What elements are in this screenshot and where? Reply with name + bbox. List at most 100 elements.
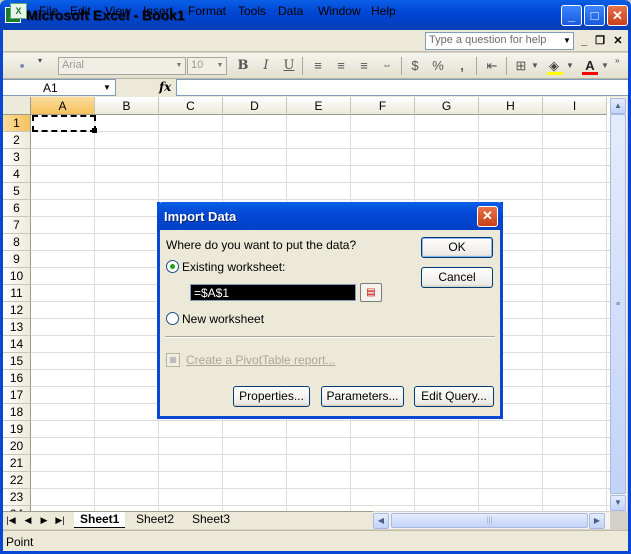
sheet-tab-1[interactable]: Sheet1 [74, 512, 126, 528]
workbook-minimize-button[interactable]: _ [577, 34, 591, 48]
align-center-icon[interactable]: ≡ [332, 58, 350, 74]
select-all-corner[interactable] [3, 97, 31, 115]
row-header-22[interactable]: 22 [3, 472, 31, 489]
row-header-10[interactable]: 10 [3, 268, 31, 285]
formula-input[interactable] [176, 79, 629, 96]
menu-data[interactable]: Data [278, 4, 303, 18]
row-header-19[interactable]: 19 [3, 421, 31, 438]
chevron-down-icon[interactable]: ▼ [565, 58, 575, 74]
last-sheet-icon[interactable]: ▶| [53, 513, 67, 527]
menu-view[interactable]: View [105, 4, 131, 18]
cell-reference-input[interactable]: =$A$1 [190, 284, 356, 301]
sheet-tab-2[interactable]: Sheet2 [130, 512, 180, 528]
help-question-input[interactable]: Type a question for help [425, 32, 574, 50]
borders-icon[interactable]: ⊞ [512, 58, 530, 74]
row-header-11[interactable]: 11 [3, 285, 31, 302]
chevron-down-icon[interactable]: ▼ [600, 58, 610, 74]
decrease-indent-icon[interactable]: ⇤ [483, 58, 501, 74]
fill-handle[interactable] [92, 128, 97, 133]
comma-button[interactable]: , [453, 58, 471, 74]
chevron-down-icon[interactable]: ▼ [530, 58, 540, 74]
first-sheet-icon[interactable]: |◀ [4, 513, 18, 527]
column-header-i[interactable]: I [543, 97, 607, 115]
menu-window[interactable]: Window [318, 4, 361, 18]
parameters-button[interactable]: Parameters... [321, 386, 404, 407]
name-box[interactable]: A1 [2, 79, 116, 96]
cancel-button[interactable]: Cancel [421, 267, 493, 288]
column-header-e[interactable]: E [287, 97, 351, 115]
horizontal-scroll-thumb[interactable]: ||| [391, 513, 588, 528]
toolbar-options-icon[interactable]: ▾ [38, 56, 46, 76]
properties-button[interactable]: Properties... [233, 386, 310, 407]
row-header-14[interactable]: 14 [3, 336, 31, 353]
row-header-1[interactable]: 1 [3, 115, 31, 132]
help-dropdown-icon[interactable]: ▼ [561, 33, 573, 49]
menu-edit[interactable]: Edit [70, 4, 91, 18]
scroll-left-icon[interactable]: ◀ [373, 513, 389, 529]
row-header-23[interactable]: 23 [3, 489, 31, 506]
scroll-up-icon[interactable]: ▲ [610, 98, 626, 114]
column-header-a[interactable]: A [31, 97, 95, 115]
percent-button[interactable]: % [429, 58, 447, 74]
row-header-2[interactable]: 2 [3, 132, 31, 149]
bold-button[interactable]: B [234, 58, 252, 74]
workbook-restore-button[interactable]: ❐ [593, 34, 607, 48]
edit-query-button[interactable]: Edit Query... [414, 386, 494, 407]
row-header-18[interactable]: 18 [3, 404, 31, 421]
vertical-scroll-thumb[interactable]: ≡ [610, 114, 626, 494]
active-cell-a1[interactable] [32, 115, 96, 132]
column-header-b[interactable]: B [95, 97, 159, 115]
menu-file[interactable]: File [39, 4, 58, 18]
menu-insert[interactable]: Insert [143, 4, 173, 18]
new-worksheet-radio[interactable] [166, 312, 179, 325]
font-name-combo[interactable]: Arial ▼ [58, 57, 186, 75]
align-left-icon[interactable]: ≡ [309, 58, 327, 74]
menu-format[interactable]: Format [188, 4, 226, 18]
row-header-15[interactable]: 15 [3, 353, 31, 370]
row-header-8[interactable]: 8 [3, 234, 31, 251]
save-icon[interactable]: ▪ [13, 58, 31, 74]
workbook-icon[interactable]: X [10, 3, 27, 19]
font-size-combo[interactable]: 10 ▼ [187, 57, 227, 75]
collapse-dialog-icon[interactable]: ▤ [360, 283, 382, 302]
italic-button[interactable]: I [257, 58, 275, 74]
row-header-13[interactable]: 13 [3, 319, 31, 336]
scroll-down-icon[interactable]: ▼ [610, 495, 626, 511]
existing-worksheet-label[interactable]: Existing worksheet: [182, 260, 285, 274]
column-header-d[interactable]: D [223, 97, 287, 115]
existing-worksheet-radio[interactable] [166, 260, 179, 273]
row-header-9[interactable]: 9 [3, 251, 31, 268]
next-sheet-icon[interactable]: ▶ [37, 513, 51, 527]
row-header-17[interactable]: 17 [3, 387, 31, 404]
menu-tools[interactable]: Tools [238, 4, 266, 18]
maximize-button[interactable]: □ [584, 5, 605, 26]
underline-button[interactable]: U [280, 58, 298, 74]
workbook-close-button[interactable]: ✕ [611, 34, 625, 48]
column-header-c[interactable]: C [159, 97, 223, 115]
toolbar-options-icon[interactable]: » [615, 56, 625, 76]
row-header-3[interactable]: 3 [3, 149, 31, 166]
row-header-7[interactable]: 7 [3, 217, 31, 234]
row-header-12[interactable]: 12 [3, 302, 31, 319]
merge-center-icon[interactable]: ⇔ [378, 58, 396, 74]
column-header-f[interactable]: F [351, 97, 415, 115]
prev-sheet-icon[interactable]: ◀ [21, 513, 35, 527]
sheet-tab-3[interactable]: Sheet3 [186, 512, 236, 528]
row-header-21[interactable]: 21 [3, 455, 31, 472]
row-header-4[interactable]: 4 [3, 166, 31, 183]
scroll-right-icon[interactable]: ▶ [589, 513, 605, 529]
minimize-button[interactable]: _ [561, 5, 582, 26]
close-window-button[interactable]: ✕ [607, 5, 628, 26]
row-header-20[interactable]: 20 [3, 438, 31, 455]
insert-function-icon[interactable]: fx [159, 80, 171, 94]
menu-help[interactable]: Help [371, 4, 396, 18]
currency-button[interactable]: $ [406, 58, 424, 74]
column-header-h[interactable]: H [479, 97, 543, 115]
name-box-dropdown-icon[interactable]: ▼ [100, 80, 114, 95]
ok-button[interactable]: OK [421, 237, 493, 258]
row-header-6[interactable]: 6 [3, 200, 31, 217]
row-header-5[interactable]: 5 [3, 183, 31, 200]
align-right-icon[interactable]: ≡ [355, 58, 373, 74]
column-header-g[interactable]: G [415, 97, 479, 115]
new-worksheet-label[interactable]: New worksheet [182, 312, 264, 326]
